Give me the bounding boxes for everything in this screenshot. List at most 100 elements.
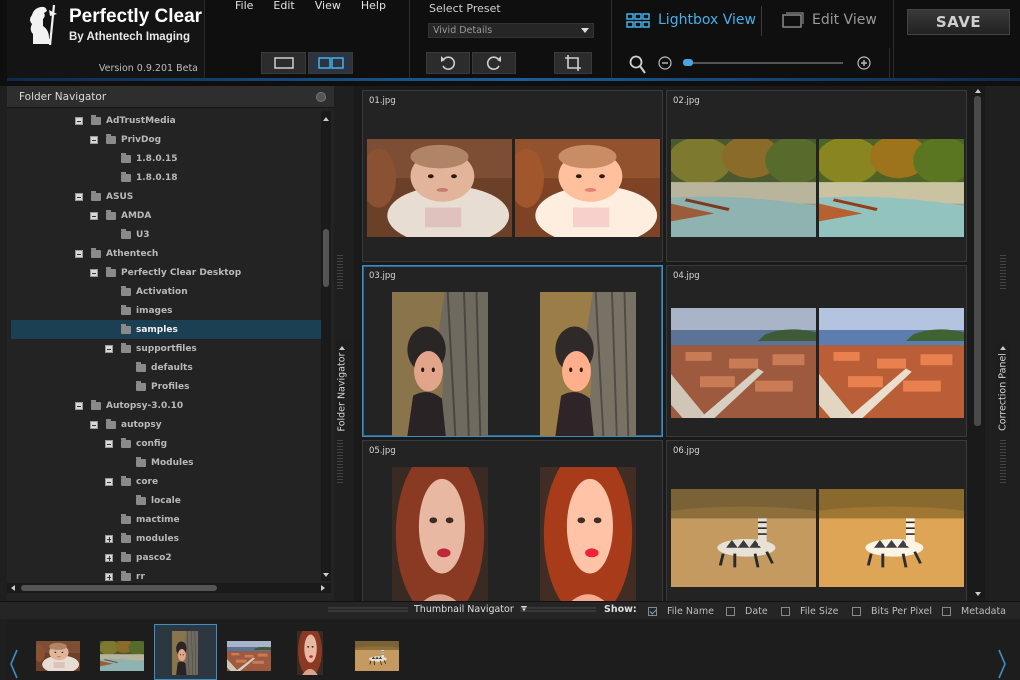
collapse-icon[interactable]	[75, 249, 83, 258]
correction-panel-side-tab[interactable]: Correction Panel	[996, 340, 1010, 432]
pin-icon[interactable]	[316, 92, 326, 102]
folder-tree-hscrollbar[interactable]	[7, 583, 331, 593]
tree-item[interactable]: Activation	[11, 282, 321, 301]
grid-vscrollbar[interactable]	[971, 86, 985, 601]
image-cell[interactable]: 06.jpg	[666, 440, 967, 612]
collapse-icon[interactable]	[75, 192, 83, 201]
expand-icon[interactable]	[105, 553, 113, 562]
image-cell[interactable]: 02.jpg	[666, 90, 967, 262]
scroll-down-icon[interactable]	[975, 592, 981, 596]
folder-tree-vscrollbar[interactable]	[321, 111, 331, 581]
collapse-icon[interactable]	[90, 268, 98, 277]
image-cell[interactable]: 01.jpg	[362, 90, 663, 262]
collapse-icon[interactable]	[105, 439, 113, 448]
filmstrip-thumbnail[interactable]	[100, 641, 144, 671]
collapse-icon[interactable]	[105, 344, 113, 353]
tab-lightbox-view[interactable]: Lightbox View	[626, 8, 756, 32]
tab-edit-view[interactable]: Edit View	[782, 8, 877, 32]
show-option-checkbox[interactable]: Date	[726, 606, 768, 617]
scroll-thumb[interactable]	[323, 229, 329, 287]
tree-item[interactable]: core	[11, 472, 321, 491]
scroll-right-icon[interactable]	[321, 585, 325, 591]
filmstrip-thumbnail[interactable]	[355, 641, 399, 671]
show-option-checkbox[interactable]: File Name	[648, 606, 714, 617]
scroll-thumb[interactable]	[21, 585, 217, 591]
tree-item[interactable]: U3	[11, 225, 321, 244]
save-button[interactable]: SAVE	[907, 9, 1010, 35]
expand-icon[interactable]	[105, 572, 113, 581]
tree-item[interactable]: modules	[11, 529, 321, 548]
collapse-icon[interactable]	[90, 420, 98, 429]
tree-item[interactable]: images	[11, 301, 321, 320]
collapse-icon[interactable]	[90, 211, 98, 220]
tree-item[interactable]: autopsy	[11, 415, 321, 434]
filmstrip-thumbnail[interactable]	[227, 641, 271, 671]
scroll-up-icon[interactable]	[323, 117, 329, 121]
grip-handle[interactable]	[337, 255, 343, 291]
scroll-down-icon[interactable]	[323, 573, 329, 577]
preset-dropdown[interactable]: Vivid Details	[428, 23, 594, 38]
folder-navigator-side-tab[interactable]: Folder Navigator	[335, 340, 349, 432]
filmstrip-thumbnail[interactable]	[172, 631, 198, 675]
collapse-icon[interactable]	[75, 116, 83, 125]
rotate-left-button[interactable]	[426, 52, 470, 74]
show-option-checkbox[interactable]: File Size	[781, 606, 838, 617]
tree-item[interactable]: AMDA	[11, 206, 321, 225]
filmstrip-thumbnail[interactable]	[297, 631, 323, 675]
zoom-in-icon[interactable]	[857, 56, 871, 70]
tree-item[interactable]: ASUS	[11, 187, 321, 206]
tree-item[interactable]: AdTrustMedia	[11, 111, 321, 130]
tree-item[interactable]: Athentech	[11, 244, 321, 263]
grip-handle[interactable]	[1000, 255, 1006, 291]
scroll-left-icon[interactable]	[11, 585, 15, 591]
image-cell[interactable]: 03.jpg	[362, 265, 663, 437]
collapse-icon[interactable]	[105, 477, 113, 486]
zoom-slider-handle[interactable]	[683, 59, 693, 66]
tree-item[interactable]: rr	[11, 567, 321, 581]
single-view-button[interactable]	[261, 52, 306, 74]
image-cell[interactable]: 05.jpg	[362, 440, 663, 613]
collapse-icon[interactable]	[90, 135, 98, 144]
tree-item[interactable]: PrivDog	[11, 130, 321, 149]
menu-view[interactable]: View	[305, 0, 351, 12]
zoom-out-icon[interactable]	[658, 56, 672, 70]
show-option-checkbox[interactable]: Bits Per Pixel	[852, 606, 932, 617]
tree-item[interactable]: 1.8.0.15	[11, 149, 321, 168]
tree-item[interactable]: Profiles	[11, 377, 321, 396]
tree-item[interactable]: Modules	[11, 453, 321, 472]
tree-item[interactable]: mactime	[11, 510, 321, 529]
grip-handle[interactable]	[1000, 440, 1006, 485]
tree-item[interactable]: config	[11, 434, 321, 453]
filmstrip-prev-icon[interactable]	[9, 649, 19, 679]
tree-item[interactable]: pasco2	[11, 548, 321, 567]
scroll-thumb[interactable]	[974, 96, 981, 426]
checkbox-icon[interactable]	[781, 607, 790, 616]
checkbox-icon[interactable]	[726, 607, 735, 616]
tree-item[interactable]: defaults	[11, 358, 321, 377]
tree-item[interactable]: Perfectly Clear Desktop	[11, 263, 321, 282]
grip-handle[interactable]	[337, 440, 343, 485]
checkbox-checked-icon[interactable]	[648, 607, 657, 616]
tree-item[interactable]: supportfiles	[11, 339, 321, 358]
menu-file[interactable]: File	[225, 0, 263, 12]
filmstrip-next-icon[interactable]	[997, 649, 1007, 679]
menu-edit[interactable]: Edit	[263, 0, 304, 12]
image-cell[interactable]: 04.jpg	[666, 265, 967, 437]
crop-button[interactable]	[554, 52, 592, 74]
menu-help[interactable]: Help	[351, 0, 396, 12]
filmstrip-thumbnail[interactable]	[36, 641, 80, 671]
show-option-checkbox[interactable]: Metadata	[942, 606, 1006, 617]
scroll-up-icon[interactable]	[975, 89, 981, 93]
zoom-slider-track[interactable]	[683, 62, 843, 64]
tree-item[interactable]: locale	[11, 491, 321, 510]
tree-item[interactable]: samples	[11, 320, 321, 339]
expand-icon[interactable]	[105, 534, 113, 543]
magnifier-icon[interactable]	[629, 55, 647, 75]
thumbnail-navigator-toggle[interactable]: Thumbnail Navigator	[414, 604, 527, 615]
tree-item[interactable]: Autopsy-3.0.10	[11, 396, 321, 415]
tree-item[interactable]: 1.8.0.18	[11, 168, 321, 187]
split-view-button[interactable]	[308, 52, 353, 74]
rotate-right-button[interactable]	[472, 52, 516, 74]
checkbox-icon[interactable]	[942, 607, 951, 616]
collapse-icon[interactable]	[75, 401, 83, 410]
